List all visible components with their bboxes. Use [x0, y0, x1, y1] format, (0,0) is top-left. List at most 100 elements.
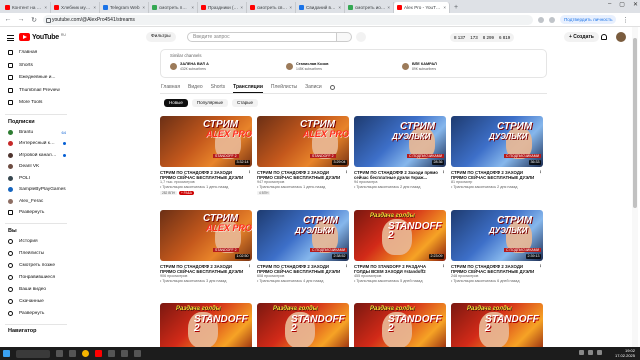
maximize-button[interactable]: ▢ [619, 1, 625, 8]
more-actions-icon[interactable]: ⋮ [441, 264, 446, 269]
sidebar-item[interactable]: Ежедневные и... [8, 74, 66, 81]
sidebar-subscription[interactable]: SampleByPlayGames [8, 186, 66, 193]
browser-tab[interactable]: Праздники (1-3 се× [198, 2, 247, 13]
video-thumbnail[interactable]: СТРИМ ДУЭЛЬКИ С ПОДПИСЧИКАМИ 2:38:52 [257, 210, 349, 261]
tab-2[interactable]: Видео [188, 83, 203, 93]
sidebar-item[interactable]: Развернуть [8, 310, 66, 317]
sidebar-item[interactable]: Shorts [8, 62, 66, 69]
sidebar-item[interactable]: Смотреть позже [8, 262, 66, 269]
task-view-icon[interactable] [56, 350, 63, 357]
sidebar-subscription[interactable]: POLI [8, 175, 66, 182]
video-title[interactable]: СТРИМ ПО STANDOFF 2 РАЗДАЧА ГОЛДЫ ВСЕМ З… [354, 264, 446, 274]
account-avatar[interactable] [616, 32, 626, 42]
app-icon[interactable] [134, 350, 141, 357]
notifications-icon[interactable] [601, 34, 607, 40]
video-thumbnail[interactable]: Раздача голды STANDOFF 2 [160, 303, 252, 349]
sidebar-item[interactable]: Главная [8, 49, 66, 56]
scrollbar-thumb[interactable] [633, 38, 637, 208]
browser-icon[interactable] [82, 350, 89, 357]
voice-search-icon[interactable] [356, 32, 366, 42]
browser-tab[interactable]: Alex Pro - YouTube × [394, 2, 450, 13]
video-thumbnail[interactable]: СТРИМ ДУЭЛЬКИ С ПОДПИСЧИКАМИ 2:39:13 [451, 210, 543, 261]
sidebar-subscription[interactable]: Игровой канал г. А... [8, 152, 66, 159]
video-card[interactable]: СТРИМ ДУЭЛЬКИ С ПОДПИСЧИКАМИ 28:36 СТРИМ ПО … [354, 116, 446, 190]
more-actions-icon[interactable]: ⋮ [538, 170, 543, 175]
similar-channel[interactable]: ВЛЕ КАМРАЛ 89К subscribers [402, 62, 437, 71]
close-tab-icon[interactable]: × [387, 2, 390, 13]
video-thumbnail[interactable]: СТРИМ ДУЭЛЬКИ С ПОДПИСЧИКАМИ 36:33 [451, 116, 543, 167]
sidebar-subscription[interactable]: Интересный канал... [8, 140, 66, 147]
minimize-button[interactable]: – [608, 1, 611, 8]
subscriptions-heading[interactable]: Подписки [8, 119, 35, 125]
video-title[interactable]: СТРИМ ПО СТАНДОФФ 2 ЗАХОДИ ПРЯМО СЕЙЧАС … [451, 264, 543, 274]
video-thumbnail[interactable]: СТРИМ ALEX PRO STANDOFF 2 3:32:14 [160, 116, 252, 167]
sidebar-subscription[interactable]: Развернуть [8, 209, 66, 216]
channel-search-icon[interactable] [329, 85, 335, 90]
browser-tab[interactable]: смотреть сведений× [247, 2, 296, 13]
sort-chip[interactable]: Популярные [191, 99, 229, 107]
youtube-logo[interactable]: YouTube RU [19, 33, 66, 41]
video-card[interactable]: СТРИМ ALEX PRO STANDOFF 2 3:32:14 СТРИМ ПО С… [160, 116, 252, 196]
browser-tab[interactable]: Свиданий в Крыле× [296, 2, 345, 13]
browser-tab[interactable]: Хлебник мультиорие× [51, 2, 100, 13]
tab-3[interactable]: Shorts [211, 83, 225, 93]
youtube-app-icon[interactable] [95, 350, 102, 357]
sidebar-item[interactable]: Ваши видео [8, 286, 66, 293]
video-card[interactable]: СТРИМ ALEX PRO STANDOFF 2 1:02:50 СТРИМ ПО С… [160, 210, 252, 284]
menu-icon[interactable] [7, 35, 14, 43]
tab-4[interactable]: Трансляции [233, 83, 263, 93]
extension-icon[interactable] [549, 16, 555, 23]
sidebar-subscription[interactable]: Alex_Ferac [8, 198, 66, 205]
more-actions-icon[interactable]: ⋮ [441, 170, 446, 175]
verify-identity-button[interactable]: Подтвердить личность [560, 15, 617, 24]
reload-icon[interactable]: ↻ [30, 16, 38, 24]
video-card[interactable]: Раздача голды STANDOFF 2 [354, 303, 446, 349]
video-card[interactable]: Раздача голды STANDOFF 2 [257, 303, 349, 349]
video-thumbnail[interactable]: СТРИМ ALEX PRO STANDOFF 2 1:02:50 [160, 210, 252, 261]
video-title[interactable]: СТРИМ ПО СТАНДОФФ 2 ЗАХОДИ ПРЯМО СЕЙЧАС … [451, 170, 543, 180]
sidebar-item[interactable]: Скачанные [8, 298, 66, 305]
video-title[interactable]: СТРИМ ПО СТАНДОФФ 2 ЗАХОДИ ПРЯМО СЕЙЧАС … [160, 170, 252, 180]
video-title[interactable]: СТРИМ ПО СТАНДОФФ 2 Заходи прямо сейчас … [354, 170, 446, 180]
video-card[interactable]: СТРИМ ДУЭЛЬКИ С ПОДПИСЧИКАМИ 2:39:13 СТРИМ П… [451, 210, 543, 284]
browser-tab[interactable]: Контент на канале× [2, 2, 51, 13]
close-tab-icon[interactable]: × [338, 2, 341, 13]
close-tab-icon[interactable]: × [44, 2, 47, 13]
video-thumbnail[interactable]: СТРИМ ALEX PRO STANDOFF 2 3:29:04 [257, 116, 349, 167]
sidebar-item[interactable]: More Tools [8, 99, 66, 106]
sidebar-item[interactable]: Thumbnail Preview [8, 87, 66, 94]
close-tab-icon[interactable]: × [191, 2, 194, 13]
sidebar-subscription[interactable]: Brantu 64 [8, 129, 66, 136]
video-title[interactable]: СТРИМ ПО СТАНДОФФ 2 ЗАХОДИ ПРЯМО СЕЙЧАС … [160, 264, 252, 274]
forward-icon[interactable]: → [17, 16, 25, 23]
similar-channel[interactable]: Станислав Козов 145К subscribers [286, 62, 328, 71]
video-card[interactable]: Раздача голды STANDOFF 2 2:23:09 СТРИМ ПО S… [354, 210, 446, 284]
extension-icon[interactable] [538, 16, 544, 23]
taskbar-search[interactable] [16, 349, 50, 358]
sidebar-item[interactable]: Понравившиеся [8, 274, 66, 281]
sort-chip[interactable]: Старые [232, 99, 259, 107]
more-actions-icon[interactable]: ⋮ [247, 170, 252, 175]
video-card[interactable]: Раздача голды STANDOFF 2 [451, 303, 543, 349]
tray-icon[interactable] [579, 350, 584, 355]
similar-channel[interactable]: ЗАЛЕНА ВИЛ А 432К subscribers [170, 62, 209, 71]
sidebar-item[interactable]: Плейлисты [8, 250, 66, 257]
close-window-button[interactable]: ✕ [633, 1, 638, 8]
url-field[interactable]: youtube.com/@AlexPro4541/streams [43, 14, 533, 25]
video-thumbnail[interactable]: Раздача голды STANDOFF 2 [354, 303, 446, 349]
search-input[interactable]: Введите запрос [187, 32, 337, 42]
close-tab-icon[interactable]: × [289, 2, 292, 13]
close-tab-icon[interactable]: × [240, 2, 243, 13]
video-title[interactable]: СТРИМ ПО СТАНДОФФ 2 ЗАХОДИ ПРЯМО СЕЙЧАС … [257, 170, 349, 180]
more-actions-icon[interactable]: ⋮ [344, 264, 349, 269]
volume-icon[interactable] [597, 350, 602, 355]
start-icon[interactable] [3, 350, 10, 357]
video-title[interactable]: СТРИМ ПО СТАНДОФФ 2 ЗАХОДИ ПРЯМО СЕЙЧАС … [257, 264, 349, 274]
search-button[interactable] [337, 32, 352, 42]
close-tab-icon[interactable]: × [142, 2, 145, 13]
sort-chip[interactable]: Новые [164, 99, 188, 107]
sidebar-subscription[interactable]: Dearil VK [8, 163, 66, 170]
video-thumbnail[interactable]: Раздача голды STANDOFF 2 [451, 303, 543, 349]
browser-tab[interactable]: смотреть иоди бе× [345, 2, 394, 13]
wifi-icon[interactable] [588, 350, 593, 355]
